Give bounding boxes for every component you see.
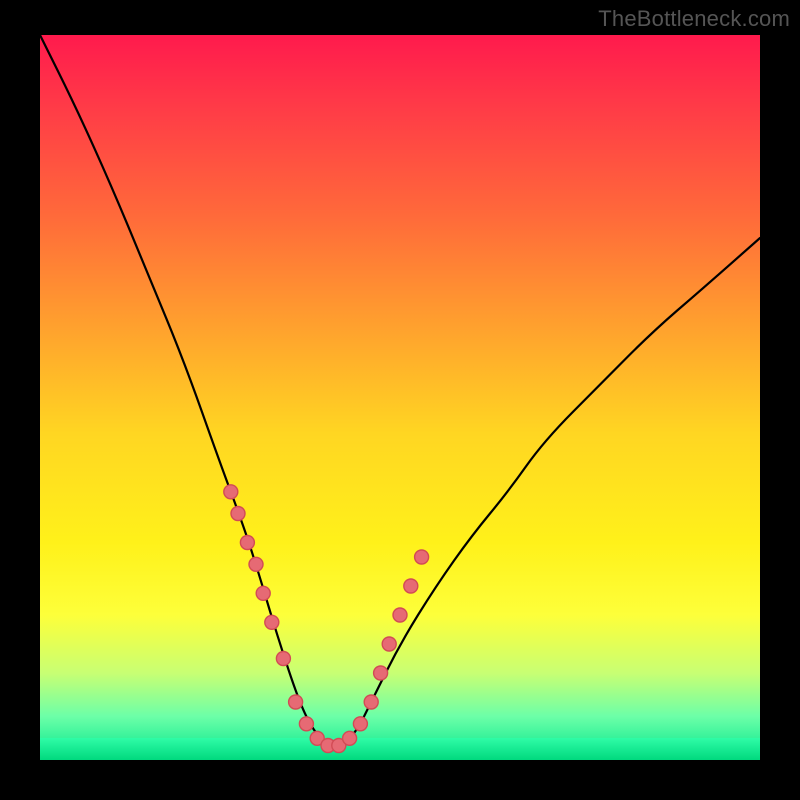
bottleneck-chart: [40, 35, 760, 760]
data-point: [382, 637, 396, 651]
data-point: [265, 615, 279, 629]
data-point: [404, 579, 418, 593]
data-point: [364, 695, 378, 709]
data-point: [276, 652, 290, 666]
data-point: [415, 550, 429, 564]
chart-frame: [40, 35, 760, 760]
data-point: [343, 731, 357, 745]
data-point: [393, 608, 407, 622]
watermark-text: TheBottleneck.com: [598, 6, 790, 32]
data-point: [249, 557, 263, 571]
data-point: [374, 666, 388, 680]
highlighted-points: [224, 485, 429, 753]
data-point: [289, 695, 303, 709]
data-point: [299, 717, 313, 731]
bottleneck-curve: [40, 35, 760, 746]
data-point: [231, 507, 245, 521]
data-point: [256, 586, 270, 600]
data-point: [353, 717, 367, 731]
data-point: [240, 536, 254, 550]
data-point: [224, 485, 238, 499]
